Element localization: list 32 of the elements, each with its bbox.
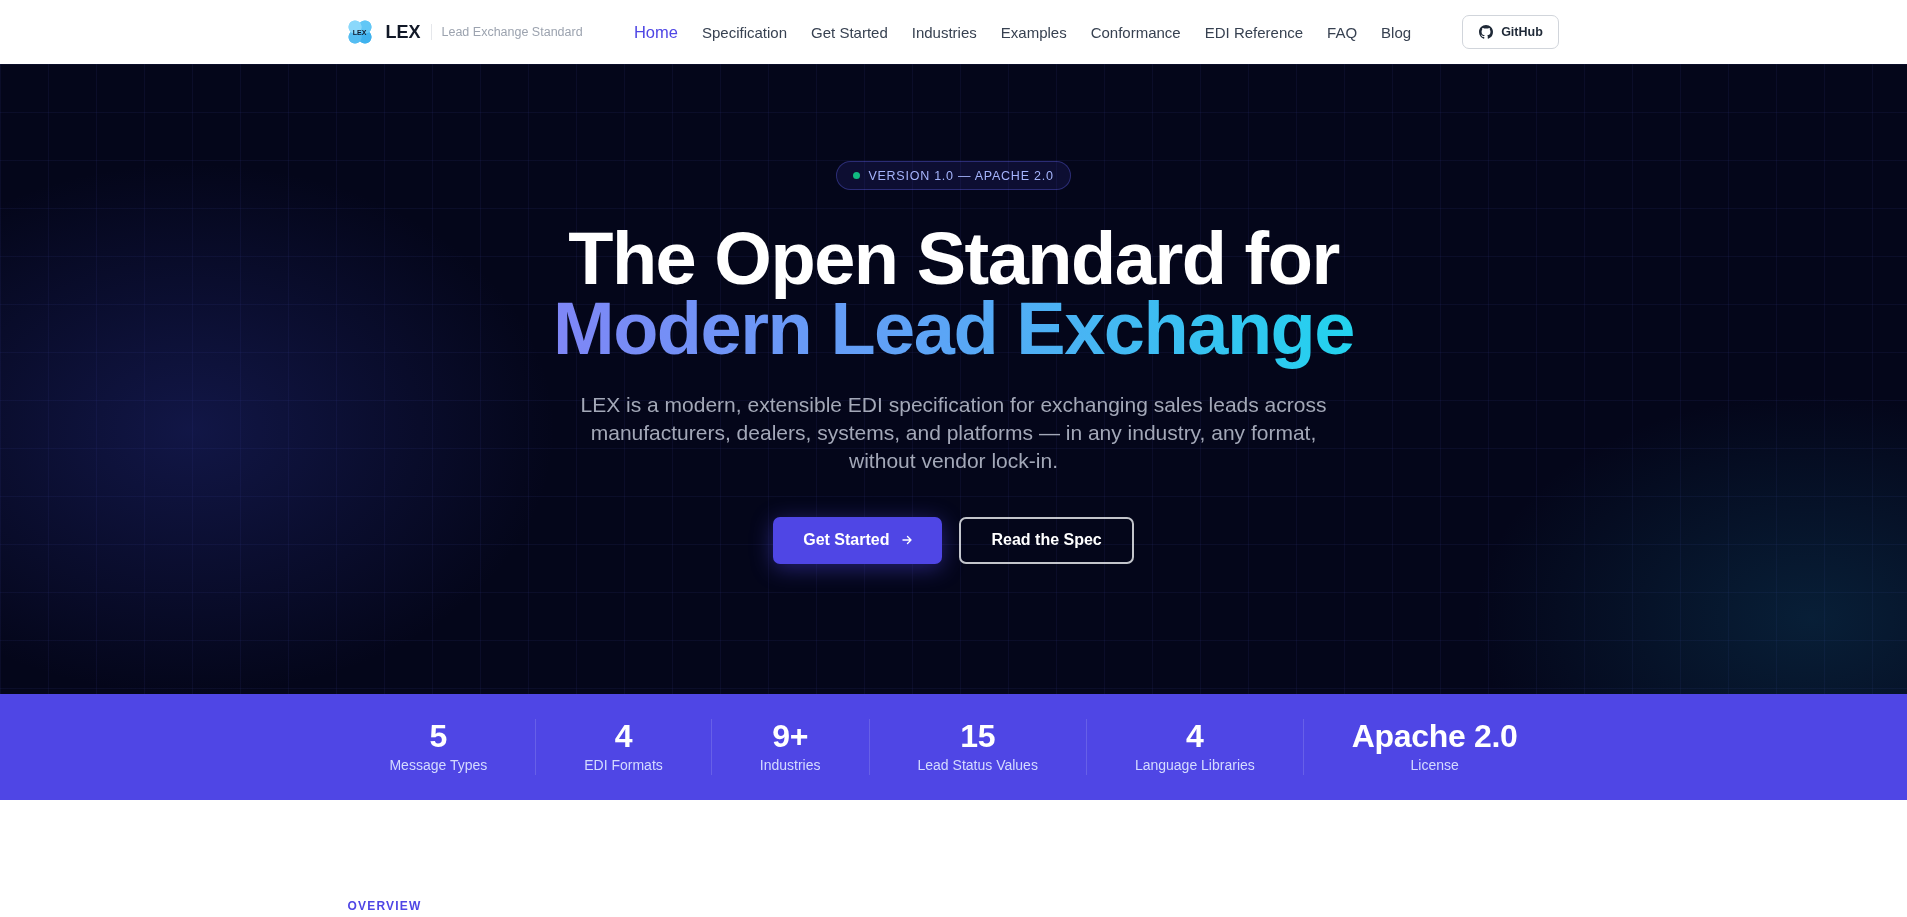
cta-button[interactable]: Get Started [773, 516, 943, 564]
hero-description: LEX is a modern, extensible EDI specification for exchanging sales leads across manufacturers, dealers, systems, and platforms — in any industry, any format, without vendor lock-in. [579, 391, 1328, 474]
stat-label: Industries [759, 756, 821, 775]
arrow-right-icon [902, 535, 913, 546]
cta-button[interactable]: Read the Spec [959, 516, 1134, 564]
status-dot-icon [853, 172, 861, 179]
version-label: VERSION 1.0 — APACHE 2.0 [868, 168, 1054, 183]
stat-label: Language Libraries [1134, 756, 1255, 775]
nav-link[interactable]: FAQ [1327, 23, 1358, 41]
stat-value: 9+ [772, 719, 809, 754]
stat-label: Lead Status Values [917, 756, 1038, 775]
nav-link[interactable]: Specification [701, 23, 788, 41]
nav-link[interactable]: EDI Reference [1204, 23, 1304, 41]
nav-link[interactable]: Home [633, 22, 678, 42]
github-icon [1479, 25, 1494, 39]
nav-link[interactable]: Examples [1000, 23, 1067, 41]
nav-link[interactable]: Get Started [811, 23, 888, 41]
stat-label: Message Types [389, 756, 488, 775]
stat-value: Apache 2.0 [1351, 719, 1518, 754]
github-button[interactable]: GitHub [1462, 15, 1560, 49]
section-eyebrow: OVERVIEW [347, 898, 422, 914]
nav-link[interactable]: Blog [1381, 23, 1412, 41]
stat-label: EDI Formats [584, 756, 663, 775]
brand-name: LEX [385, 21, 421, 43]
nav-link[interactable]: Conformance [1090, 23, 1181, 41]
stat-label: License [1410, 756, 1459, 775]
brand-tagline: Lead Exchange Standard [441, 25, 583, 39]
stat-value: 15 [960, 719, 996, 754]
stat-value: 4 [614, 719, 633, 754]
nav-link[interactable]: Industries [911, 23, 977, 41]
stat-value: 4 [1186, 719, 1204, 754]
stat-value: 5 [429, 719, 448, 754]
